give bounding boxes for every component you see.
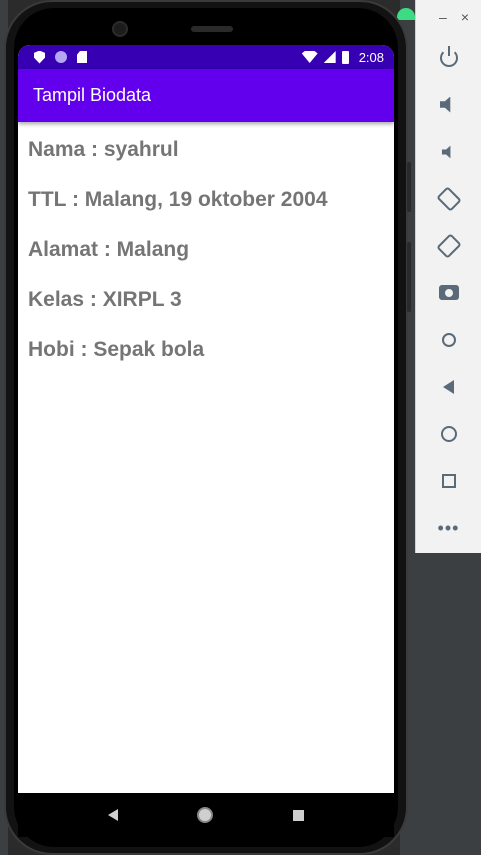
bio-hobby: Hobi : Sepak bola (28, 338, 205, 361)
more-button[interactable]: ••• (416, 504, 481, 551)
bio-address: Alamat : Malang (28, 238, 190, 261)
zoom-icon (441, 332, 456, 347)
emulator-window-controls: – × (416, 0, 481, 34)
status-time: 2:08 (358, 49, 384, 65)
wifi-icon (301, 51, 318, 63)
earpiece-speaker (191, 26, 233, 32)
rotate-left-button[interactable] (416, 175, 481, 222)
volume-up-icon (439, 96, 451, 113)
home-icon (440, 425, 457, 442)
sd-card-icon (77, 51, 87, 63)
back-icon[interactable] (107, 809, 118, 821)
screenshot-icon (438, 285, 459, 300)
home-icon[interactable] (197, 807, 214, 823)
front-camera (112, 21, 128, 37)
close-button[interactable]: × (461, 9, 469, 25)
shield-icon (34, 50, 45, 64)
bio-name: Nama : syahrul (28, 138, 179, 161)
emulator-toolbar: – × ••• (415, 0, 481, 553)
volume-side-button (407, 162, 411, 212)
zoom-button[interactable] (416, 316, 481, 363)
back-button[interactable] (416, 363, 481, 410)
device-screen: 2:08 Tampil Biodata Nama : syahrul TTL :… (18, 45, 394, 793)
overview-button[interactable] (416, 457, 481, 504)
minimize-button[interactable]: – (439, 9, 447, 25)
power-icon (439, 45, 458, 67)
bio-class: Kelas : XIRPL 3 (28, 288, 182, 311)
rotate-right-button[interactable] (416, 222, 481, 269)
back-icon (443, 379, 454, 394)
recents-icon[interactable] (293, 809, 305, 821)
app-title: Tampil Biodata (33, 85, 152, 105)
signal-icon (323, 51, 336, 63)
screenshot-button[interactable] (416, 269, 481, 316)
biodata-content: Nama : syahrul TTL : Malang, 19 oktober … (18, 122, 394, 382)
volume-down-button[interactable] (416, 128, 481, 175)
overview-icon (441, 473, 456, 488)
navigation-bar (18, 793, 394, 837)
bio-birth: TTL : Malang, 19 oktober 2004 (28, 188, 328, 211)
android-icon (397, 8, 415, 20)
rotate-right-icon (435, 232, 462, 259)
rotate-left-icon (435, 185, 462, 212)
home-button[interactable] (416, 410, 481, 457)
more-icon: ••• (437, 517, 460, 538)
volume-down-icon (441, 145, 450, 158)
power-button[interactable] (416, 34, 481, 81)
volume-up-button[interactable] (416, 81, 481, 128)
app-bar: Tampil Biodata (18, 69, 394, 122)
status-bar: 2:08 (18, 45, 394, 69)
notification-dot-icon (55, 51, 67, 63)
battery-icon (341, 50, 349, 64)
power-side-button (407, 242, 411, 312)
